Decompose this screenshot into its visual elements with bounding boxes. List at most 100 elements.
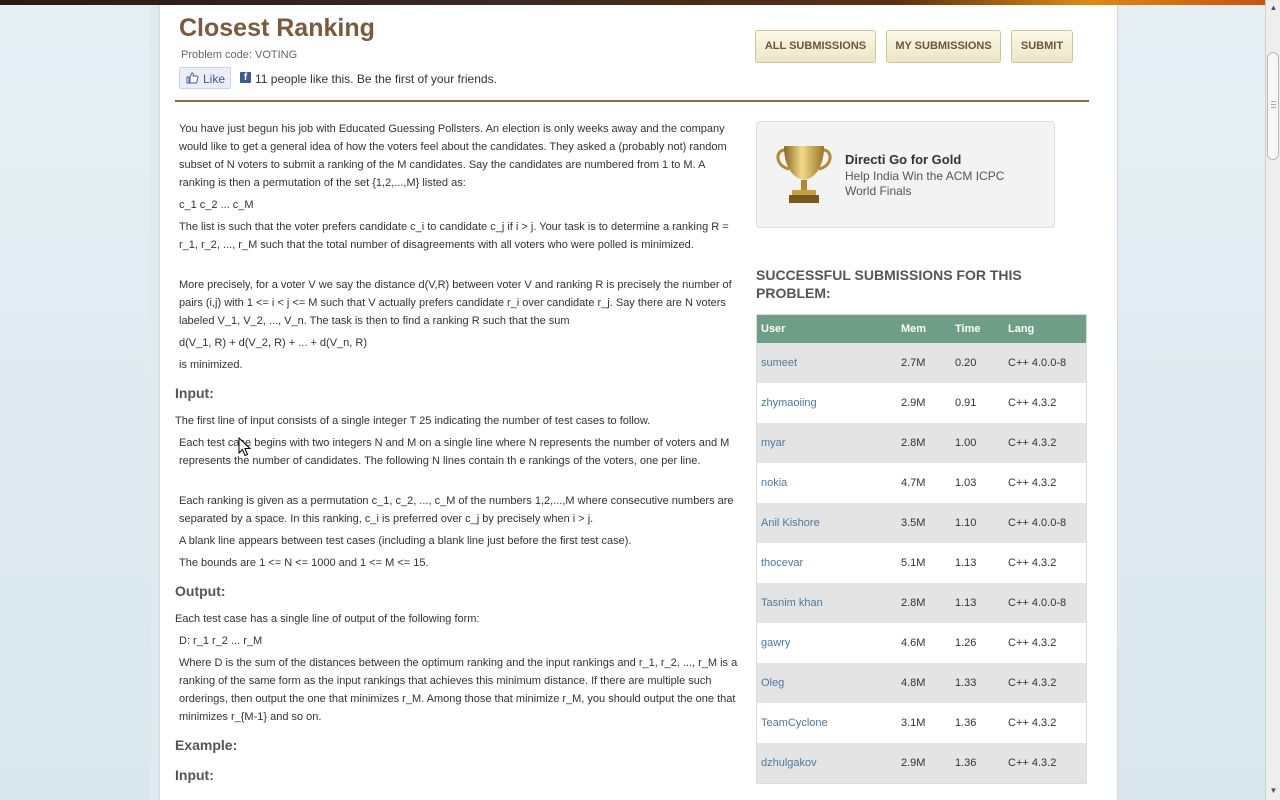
table-row: Tasnim khan 2.8M 1.13 C++ 4.0.0-8 bbox=[757, 583, 1086, 623]
time-value: 1.03 bbox=[955, 477, 977, 489]
thumb-grip bbox=[1271, 104, 1276, 105]
user-link[interactable]: Tasnim khan bbox=[761, 597, 823, 609]
user-link[interactable]: dzhulgakov bbox=[761, 757, 817, 769]
language-value: C++ 4.3.2 bbox=[1008, 757, 1057, 769]
language-value: C++ 4.3.2 bbox=[1008, 397, 1057, 409]
input-paragraph-5: The bounds are 1 <= N <= 1000 and 1 <= M… bbox=[179, 557, 429, 569]
time-value: 1.13 bbox=[955, 597, 977, 609]
example-input-heading: Input: bbox=[175, 767, 214, 783]
statement-paragraph-2: c_1 c_2 ... c_M bbox=[179, 199, 254, 211]
input-paragraph-1: The first line of input consists of a si… bbox=[175, 415, 651, 427]
page-title: Closest Ranking bbox=[179, 14, 375, 42]
time-value: 1.10 bbox=[955, 517, 977, 529]
page-background-right bbox=[1117, 5, 1265, 800]
thumbs-up-icon bbox=[186, 72, 199, 84]
statement-paragraph-3: The list is such that the voter prefers … bbox=[179, 221, 729, 251]
page-background-left bbox=[0, 5, 150, 800]
language-value: C++ 4.0.0-8 bbox=[1008, 357, 1067, 369]
language-value: C++ 4.3.2 bbox=[1008, 677, 1057, 689]
time-value: 0.20 bbox=[955, 357, 977, 369]
table-row: TeamCyclone 3.1M 1.36 C++ 4.3.2 bbox=[757, 703, 1086, 743]
scroll-up-arrow-icon[interactable]: ▲ bbox=[1266, 3, 1280, 13]
promo-title: Directi Go for Gold bbox=[845, 152, 962, 167]
user-link[interactable]: zhymaoiing bbox=[761, 397, 817, 409]
scrollbar-thumb[interactable] bbox=[1267, 52, 1279, 160]
table-row: nokia 4.7M 1.03 C++ 4.3.2 bbox=[757, 463, 1086, 503]
user-link[interactable]: TeamCyclone bbox=[761, 717, 828, 729]
time-value: 1.36 bbox=[955, 717, 977, 729]
memory-value: 2.7M bbox=[901, 357, 926, 369]
table-row: dzhulgakov 2.9M 1.36 C++ 4.3.2 bbox=[757, 743, 1086, 783]
input-paragraph-2: Each test case begins with two integers … bbox=[179, 437, 730, 467]
time-value: 1.26 bbox=[955, 637, 977, 649]
language-value: C++ 4.0.0-8 bbox=[1008, 597, 1067, 609]
statement-paragraph-4: More precisely, for a voter V we say the… bbox=[179, 279, 732, 327]
memory-value: 5.1M bbox=[901, 557, 926, 569]
thumb-grip bbox=[1271, 101, 1276, 102]
memory-value: 2.8M bbox=[901, 437, 926, 449]
user-link[interactable]: gawry bbox=[761, 637, 790, 649]
user-link[interactable]: Anil Kishore bbox=[761, 517, 820, 529]
memory-value: 2.8M bbox=[901, 597, 926, 609]
output-paragraph-3: Where D is the sum of the distances betw… bbox=[179, 657, 738, 723]
time-value: 1.00 bbox=[955, 437, 977, 449]
mouse-cursor-icon bbox=[238, 437, 252, 457]
user-link[interactable]: sumeet bbox=[761, 357, 797, 369]
user-link[interactable]: thocevar bbox=[761, 557, 803, 569]
time-value: 1.33 bbox=[955, 677, 977, 689]
language-value: C++ 4.3.2 bbox=[1008, 637, 1057, 649]
problem-code: Problem code: VOTING bbox=[181, 49, 298, 61]
output-paragraph-2: D: r_1 r_2 ... r_M bbox=[179, 635, 263, 647]
submissions-heading: SUCCESSFUL SUBMISSIONS FOR THIS PROBLEM: bbox=[756, 267, 1022, 301]
output-heading: Output: bbox=[175, 583, 226, 599]
time-value: 1.36 bbox=[955, 757, 977, 769]
table-row: thocevar 5.1M 1.13 C++ 4.3.2 bbox=[757, 543, 1086, 583]
input-paragraph-3: Each ranking is given as a permutation c… bbox=[179, 495, 734, 525]
language-value: C++ 4.3.2 bbox=[1008, 477, 1057, 489]
memory-value: 2.9M bbox=[901, 397, 926, 409]
submissions-table: User Mem Time Lang sumeet 2.7M 0.20 C++ … bbox=[756, 314, 1087, 784]
language-value: C++ 4.3.2 bbox=[1008, 557, 1057, 569]
time-value: 1.13 bbox=[955, 557, 977, 569]
thumb-grip bbox=[1271, 107, 1276, 108]
user-link[interactable]: myar bbox=[761, 437, 785, 449]
statement-paragraph-1: You have just begun his job with Educate… bbox=[179, 123, 727, 189]
user-link[interactable]: Oleg bbox=[761, 677, 784, 689]
user-link[interactable]: nokia bbox=[761, 477, 787, 489]
submit-button[interactable]: SUBMIT bbox=[1011, 30, 1073, 63]
memory-value: 4.7M bbox=[901, 477, 926, 489]
language-value: C++ 4.0.0-8 bbox=[1008, 517, 1067, 529]
input-paragraph-4: A blank line appears between test cases … bbox=[179, 535, 632, 547]
scroll-down-arrow-icon[interactable]: ▼ bbox=[1266, 786, 1280, 796]
example-heading: Example: bbox=[175, 737, 238, 753]
memory-value: 4.6M bbox=[901, 637, 926, 649]
memory-value: 4.8M bbox=[901, 677, 926, 689]
like-count-text: 11 people like this. Be the first of you… bbox=[255, 72, 497, 86]
promo-subtitle: Help India Win the ACM ICPC World Finals bbox=[845, 169, 1005, 198]
header-divider bbox=[175, 100, 1089, 102]
statement-paragraph-6: is minimized. bbox=[179, 359, 243, 371]
memory-value: 3.5M bbox=[901, 517, 926, 529]
table-row: sumeet 2.7M 0.20 C++ 4.0.0-8 bbox=[757, 343, 1086, 383]
all-submissions-button[interactable]: ALL SUBMISSIONS bbox=[755, 30, 876, 63]
column-header-mem[interactable]: Mem bbox=[901, 323, 926, 335]
table-row: gawry 4.6M 1.26 C++ 4.3.2 bbox=[757, 623, 1086, 663]
column-header-user[interactable]: User bbox=[761, 323, 785, 335]
table-row: zhymaoiing 2.9M 0.91 C++ 4.3.2 bbox=[757, 383, 1086, 423]
statement-paragraph-5: d(V_1, R) + d(V_2, R) + ... + d(V_n, R) bbox=[179, 337, 367, 349]
like-label: Like bbox=[203, 72, 226, 86]
promo-banner[interactable]: Directi Go for Gold Help India Win the A… bbox=[756, 121, 1055, 228]
table-row: Anil Kishore 3.5M 1.10 C++ 4.0.0-8 bbox=[757, 503, 1086, 543]
time-value: 0.91 bbox=[955, 397, 977, 409]
facebook-like-button[interactable]: Like bbox=[179, 67, 231, 89]
table-header: User Mem Time Lang bbox=[757, 315, 1086, 343]
my-submissions-button[interactable]: MY SUBMISSIONS bbox=[886, 30, 1001, 63]
memory-value: 3.1M bbox=[901, 717, 926, 729]
table-row: myar 2.8M 1.00 C++ 4.3.2 bbox=[757, 423, 1086, 463]
column-header-time[interactable]: Time bbox=[955, 323, 980, 335]
memory-value: 2.9M bbox=[901, 757, 926, 769]
vertical-scrollbar[interactable]: ▲ ▼ bbox=[1265, 0, 1280, 800]
column-header-lang[interactable]: Lang bbox=[1008, 323, 1034, 335]
language-value: C++ 4.3.2 bbox=[1008, 437, 1057, 449]
output-paragraph-1: Each test case has a single line of outp… bbox=[175, 613, 480, 625]
